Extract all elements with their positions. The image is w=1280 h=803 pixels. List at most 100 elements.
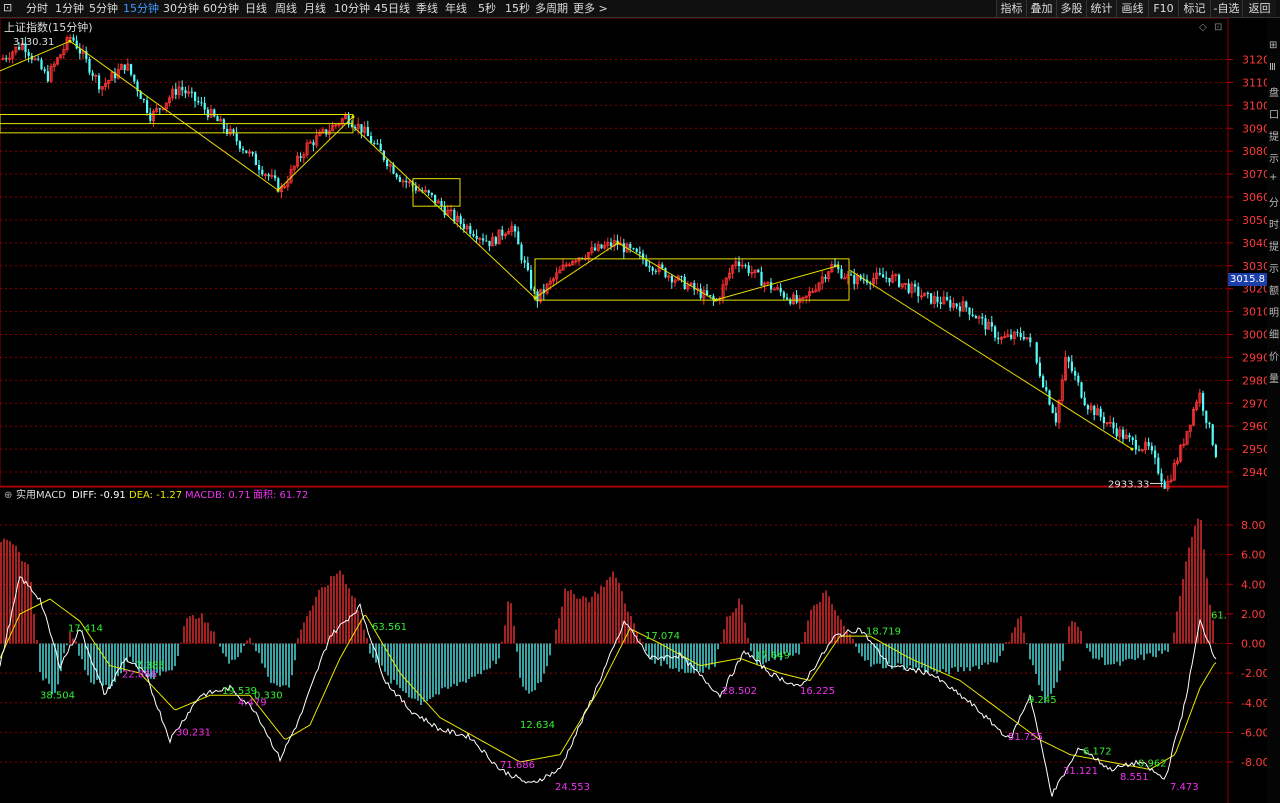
period-tab-8[interactable]: 月线 [304, 1, 326, 16]
candle-body [885, 277, 888, 279]
side-tab-char[interactable]: 示 [1269, 260, 1279, 275]
candle-body [654, 270, 657, 272]
candle-body [946, 297, 949, 300]
side-tab-char[interactable]: 提 [1269, 128, 1279, 143]
toolbar-button-5[interactable]: F10 [1148, 0, 1178, 17]
period-tab-11[interactable]: 季线 [416, 1, 438, 16]
side-tab-char[interactable]: + [1269, 172, 1277, 183]
period-tab-7[interactable]: 周线 [275, 1, 297, 16]
toolbar-button-8[interactable]: 返回 [1242, 0, 1276, 17]
macd-area-label: 17.649 [755, 650, 790, 661]
box-drawing [412, 178, 461, 207]
macd-area-label: 71.686 [500, 760, 535, 771]
candle-body [91, 72, 94, 76]
candle-body [594, 247, 597, 251]
period-tab-15[interactable]: 多周期 [535, 1, 568, 16]
candle-body [366, 127, 369, 137]
price-panel-frame [0, 18, 1229, 487]
candle-body [475, 236, 478, 240]
toolbar-button-4[interactable]: 画线 [1116, 0, 1148, 17]
candle-body [840, 269, 843, 279]
toolbar-button-6[interactable]: 标记 [1178, 0, 1210, 17]
candle-body [1083, 397, 1086, 406]
macd-header-area-label: 面积: 61.72 [253, 489, 308, 501]
candle-body [709, 295, 712, 297]
side-tab-char[interactable]: 分 [1269, 194, 1279, 209]
side-tab-char[interactable]: 示 [1269, 150, 1279, 165]
candle-body [501, 229, 504, 236]
candle-body [245, 150, 248, 154]
period-tab-13[interactable]: 5秒 [478, 1, 496, 16]
side-tab-char[interactable]: ⊞ [1269, 40, 1277, 51]
candle-body [635, 248, 638, 252]
price-tick-label: 3060 [1242, 191, 1270, 204]
period-tab-14[interactable]: 15秒 [505, 1, 530, 16]
side-tab-char[interactable]: 细 [1269, 326, 1279, 341]
menu-icon[interactable]: ⊡ [3, 0, 12, 15]
period-tab-12[interactable]: 年线 [445, 1, 467, 16]
candle-body [1077, 375, 1080, 383]
candle-body [997, 337, 1000, 340]
candle-body [600, 244, 603, 249]
candle-body [878, 273, 881, 275]
period-tab-4[interactable]: 30分钟 [163, 1, 199, 16]
candle-body [1086, 405, 1089, 410]
toolbar-button-1[interactable]: 叠加 [1026, 0, 1056, 17]
candle-body [1093, 405, 1096, 415]
candle-body [469, 226, 472, 234]
macd-area-label: 16.225 [800, 686, 835, 697]
candle-body [1214, 444, 1217, 457]
candle-body [622, 243, 625, 253]
period-tab-0[interactable]: 分时 [26, 1, 48, 16]
period-tab-1[interactable]: 1分钟 [55, 1, 84, 16]
period-tab-5[interactable]: 60分钟 [203, 1, 239, 16]
price-tick-label: 2950 [1242, 443, 1270, 456]
candle-body [1051, 404, 1054, 413]
candle-body [907, 283, 910, 293]
candle-body [462, 223, 465, 229]
side-tab-char[interactable]: 口 [1269, 106, 1279, 121]
candle-body [5, 58, 8, 60]
side-tab-char[interactable]: 价 [1269, 348, 1279, 363]
period-tab-10[interactable]: 45日线 [374, 1, 410, 16]
macd-area-label: 28.502 [722, 686, 757, 697]
period-tab-9[interactable]: 10分钟 [334, 1, 370, 16]
candle-body [430, 192, 433, 195]
side-tab-char[interactable]: 时 [1269, 216, 1279, 231]
side-tab-char[interactable]: 盘 [1269, 84, 1279, 99]
toolbar-button-3[interactable]: 统计 [1086, 0, 1116, 17]
candle-body [1099, 408, 1102, 417]
toolbar-button-7[interactable]: -自选 [1210, 0, 1242, 17]
candle-body [312, 142, 315, 146]
macd-tick-label: -6.00 [1241, 726, 1269, 739]
period-tab-16[interactable]: 更多 > [573, 1, 608, 16]
candle-body [238, 141, 241, 149]
candle-body [213, 109, 216, 117]
candle-body [1154, 450, 1157, 458]
candle-body [990, 322, 993, 327]
candle-body [459, 216, 462, 224]
candle-body [648, 265, 651, 268]
side-tab-char[interactable]: Ⅲ [1269, 62, 1276, 73]
candle-body [1134, 440, 1137, 450]
toolbar-button-2[interactable]: 多股 [1056, 0, 1086, 17]
price-tick-label: 3090 [1242, 122, 1270, 135]
period-tab-6[interactable]: 日线 [245, 1, 267, 16]
period-tab-2[interactable]: 5分钟 [89, 1, 118, 16]
side-tab-char[interactable]: 提 [1269, 238, 1279, 253]
period-tab-3[interactable]: 15分钟 [123, 1, 159, 16]
toolbar-button-0[interactable]: 指标 [996, 0, 1026, 17]
macd-area-label: 24.553 [555, 782, 590, 793]
candle-body [75, 40, 78, 49]
trend-arrow-head [836, 264, 840, 268]
macd-area-label: 19.539 [222, 686, 257, 697]
candle-body [949, 299, 952, 308]
side-tab-char[interactable]: 额 [1269, 282, 1279, 297]
candle-body [142, 99, 145, 101]
side-tab-char[interactable]: 量 [1269, 370, 1279, 385]
candle-body [146, 100, 149, 113]
candle-body [744, 265, 747, 267]
candle-body [930, 293, 933, 304]
side-tab-char[interactable]: 明 [1269, 304, 1279, 319]
macd-tick-label: 0.00 [1241, 638, 1266, 651]
